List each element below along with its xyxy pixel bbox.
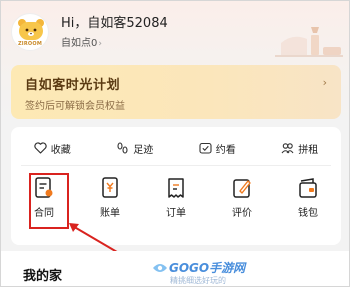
quick-link-label: 收藏 bbox=[50, 144, 71, 156]
watermark: GOGO手游网 bbox=[151, 259, 245, 276]
quick-link-viewings[interactable]: 约看 bbox=[199, 141, 236, 156]
service-label: 评价 bbox=[232, 208, 252, 219]
screen: ZIROOM Hi，自如客52084 自如点0› 自如客时光计划 签约后可解锁会… bbox=[0, 0, 350, 287]
group-icon bbox=[281, 143, 294, 154]
wallet-icon bbox=[299, 178, 317, 198]
service-label: 账单 bbox=[100, 208, 120, 219]
bill-icon bbox=[102, 177, 118, 198]
quick-link-label: 足迹 bbox=[133, 144, 154, 156]
chevron-right-icon: › bbox=[98, 39, 102, 49]
heart-icon bbox=[34, 142, 47, 154]
order-icon bbox=[168, 178, 184, 198]
quick-link-label: 拼租 bbox=[298, 144, 319, 156]
service-label: 订单 bbox=[166, 208, 186, 219]
banner-title: 自如客时光计划 bbox=[25, 78, 121, 93]
quick-link-shared-rental[interactable]: 拼租 bbox=[281, 141, 318, 156]
service-wallet[interactable]: 钱包 bbox=[285, 177, 331, 233]
watermark-brand: GOGO手游网 bbox=[169, 261, 246, 275]
avatar-caption: ZIROOM bbox=[17, 41, 42, 47]
chevron-right-icon: › bbox=[322, 76, 327, 89]
service-label: 钱包 bbox=[298, 208, 318, 219]
annotation-arrow-icon bbox=[69, 223, 118, 253]
membership-banner[interactable]: 自如客时光计划 签约后可解锁会员权益 › bbox=[11, 65, 341, 119]
footprint-icon bbox=[117, 142, 128, 154]
quick-link-favorites[interactable]: 收藏 bbox=[34, 141, 71, 156]
points-link[interactable]: 自如点0› bbox=[61, 34, 102, 49]
points-label: 自如点0 bbox=[61, 38, 98, 49]
quick-link-label: 约看 bbox=[215, 144, 236, 156]
avatar[interactable]: ZIROOM bbox=[11, 13, 49, 51]
review-icon bbox=[233, 179, 251, 198]
my-home-title: 我的家 bbox=[23, 269, 63, 284]
checkmark-calendar-icon bbox=[199, 142, 212, 154]
watermark-subtitle: 精挑细选好玩的 bbox=[170, 276, 226, 285]
quick-links-row: 收藏 足迹 约看 拼租 bbox=[11, 137, 341, 159]
banner-subtitle: 签约后可解锁会员权益 bbox=[25, 101, 125, 112]
divider bbox=[21, 165, 331, 166]
bear-logo-icon bbox=[18, 19, 44, 40]
service-order[interactable]: 订单 bbox=[153, 177, 199, 233]
user-greeting[interactable]: Hi，自如客52084 bbox=[61, 12, 168, 31]
decorative-furniture-icon bbox=[275, 27, 343, 57]
service-review[interactable]: 评价 bbox=[219, 177, 265, 233]
watermark-logo-icon bbox=[153, 263, 167, 272]
quick-link-footprints[interactable]: 足迹 bbox=[116, 141, 153, 156]
